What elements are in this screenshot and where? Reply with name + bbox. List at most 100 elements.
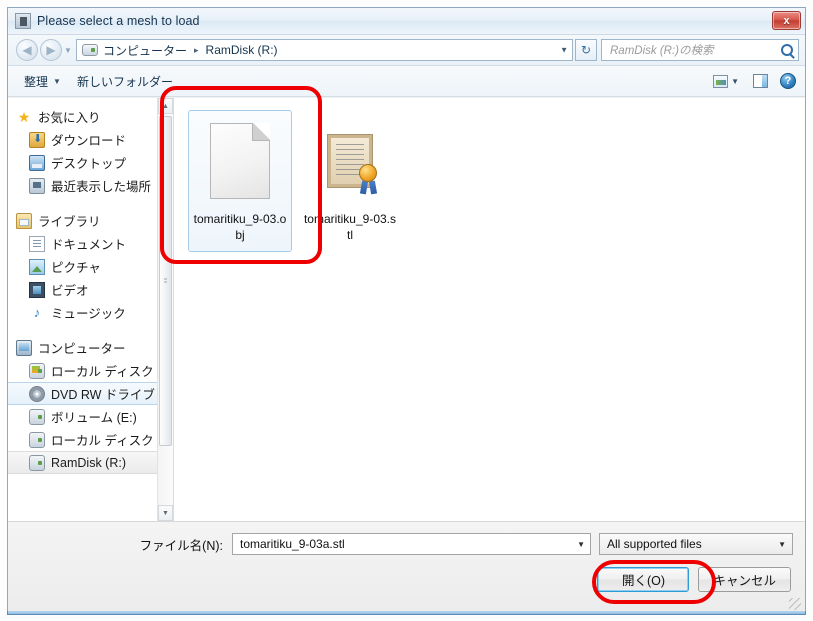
organize-label: 整理 [24, 74, 49, 89]
certificate-seal-icon [359, 164, 377, 182]
pictures-icon [29, 258, 45, 275]
sidebar-item-label: ダウンロード [51, 134, 127, 148]
generic-file-icon [210, 123, 270, 199]
scroll-up-arrow-icon[interactable]: ▲ [158, 98, 173, 114]
window-bottom-border [7, 611, 806, 615]
file-icon-wrap [204, 117, 276, 205]
help-button[interactable]: ? [779, 73, 797, 89]
breadcrumb-ramdisk[interactable]: RamDisk (R:) [205, 43, 279, 57]
sidebar-item-downloads[interactable]: ダウンロード [8, 128, 173, 151]
sidebar-item-label: ローカル ディスク [51, 434, 154, 448]
navigation-sidebar: ★ お気に入り ダウンロード デスクトップ 最近表示した場所 [8, 98, 174, 521]
sidebar-item-music[interactable]: ♪ ミュージック [8, 301, 173, 324]
dialog-title: Please select a mesh to load [37, 14, 200, 28]
history-chevron-down-icon[interactable]: ▼ [62, 46, 74, 55]
file-type-filter-select[interactable]: All supported files ▼ [599, 533, 793, 555]
back-arrow-icon[interactable]: ◀ [16, 39, 38, 61]
screenshot-root: Please select a mesh to load x ◀ ▶ ▼ コンピ… [0, 0, 813, 621]
breadcrumb-computer[interactable]: コンピューター [102, 42, 188, 59]
file-item-obj[interactable]: tomaritiku_9-03.obj [188, 110, 292, 252]
file-open-dialog: Please select a mesh to load x ◀ ▶ ▼ コンピ… [7, 7, 806, 614]
local-disk-icon [29, 362, 45, 379]
preview-pane-button[interactable] [751, 73, 769, 89]
sidebar-group-favorites[interactable]: ★ お気に入り [8, 105, 173, 128]
new-folder-button[interactable]: 新しいフォルダー [69, 70, 181, 93]
sidebar-list: ★ お気に入り ダウンロード デスクトップ 最近表示した場所 [8, 98, 173, 474]
cancel-button[interactable]: キャンセル [698, 567, 791, 592]
dialog-body: ★ お気に入り ダウンロード デスクトップ 最近表示した場所 [8, 98, 805, 521]
organize-button[interactable]: 整理 ▼ [16, 70, 69, 93]
sidebar-item-label: ドキュメント [51, 238, 127, 252]
search-input[interactable]: RamDisk (R:)の検索 [601, 39, 799, 61]
preview-pane-icon [752, 74, 768, 88]
search-icon [781, 44, 793, 56]
search-placeholder: RamDisk (R:)の検索 [610, 45, 714, 57]
sidebar-item-ramdisk-r[interactable]: RamDisk (R:) [8, 451, 173, 474]
view-mode-button[interactable] [711, 73, 729, 89]
dialog-footer: ファイル名(N): tomaritiku_9-03a.stl ▼ All sup… [8, 521, 805, 613]
sidebar-item-label: ミュージック [51, 307, 126, 321]
chevron-down-icon[interactable]: ▼ [577, 540, 585, 549]
music-icon: ♪ [33, 304, 41, 320]
sidebar-item-documents[interactable]: ドキュメント [8, 232, 173, 255]
chevron-down-icon[interactable]: ▼ [778, 540, 786, 549]
sidebar-item-label: ローカル ディスク [51, 365, 154, 379]
videos-icon [29, 281, 45, 298]
filename-value: tomaritiku_9-03a.stl [240, 537, 345, 551]
button-row: 開く(O) キャンセル [8, 555, 805, 592]
sidebar-item-label: DVD RW ドライブ [51, 388, 155, 402]
resize-grip-icon[interactable] [789, 598, 801, 610]
open-button[interactable]: 開く(O) [597, 567, 690, 592]
computer-icon [16, 339, 32, 356]
file-name: tomaritiku_9-03.stl [303, 212, 397, 242]
drive-icon [82, 44, 98, 56]
command-bar: 整理 ▼ 新しいフォルダー ▼ ? [8, 66, 805, 97]
filename-input[interactable]: tomaritiku_9-03a.stl ▼ [232, 533, 591, 555]
sidebar-item-label: デスクトップ [51, 157, 127, 171]
help-icon: ? [780, 73, 796, 89]
title-bar: Please select a mesh to load x [8, 8, 805, 35]
sidebar-item-label: ボリューム (E:) [51, 411, 137, 425]
scrollbar-thumb[interactable] [159, 116, 172, 446]
sidebar-group-label: コンピューター [38, 342, 126, 356]
file-list-pane[interactable]: tomaritiku_9-03.obj tomaritiku_9-03.stl [174, 98, 805, 521]
scroll-down-arrow-icon[interactable]: ▼ [158, 505, 173, 521]
close-button[interactable]: x [772, 11, 801, 30]
refresh-icon[interactable]: ↻ [575, 39, 597, 61]
sidebar-item-local-disk-d[interactable]: ローカル ディスク [8, 428, 173, 451]
dvd-drive-icon [29, 385, 45, 402]
sidebar-item-videos[interactable]: ビデオ [8, 278, 173, 301]
breadcrumb-separator: ▸ [194, 44, 199, 55]
sidebar-group-libraries[interactable]: ライブラリ [8, 209, 173, 232]
sidebar-group-computer[interactable]: コンピューター [8, 336, 173, 359]
forward-arrow-icon[interactable]: ▶ [40, 39, 62, 61]
desktop-icon [29, 154, 45, 171]
new-folder-label: 新しいフォルダー [76, 74, 173, 89]
downloads-icon [29, 131, 45, 148]
sidebar-item-recent-places[interactable]: 最近表示した場所 [8, 174, 173, 197]
volume-drive-icon [29, 408, 45, 425]
sidebar-item-pictures[interactable]: ピクチャ [8, 255, 173, 278]
sidebar-item-local-disk-c[interactable]: ローカル ディスク [8, 359, 173, 382]
ramdisk-drive-icon [29, 454, 45, 471]
local-disk-icon [29, 431, 45, 448]
address-chevron-down-icon[interactable]: ▼ [560, 46, 568, 55]
chevron-down-icon: ▼ [53, 76, 61, 86]
view-mode-chevron-down-icon[interactable]: ▼ [731, 77, 739, 86]
sidebar-item-label: ピクチャ [51, 261, 101, 275]
filter-value: All supported files [607, 537, 702, 551]
file-grid: tomaritiku_9-03.obj tomaritiku_9-03.stl [174, 98, 805, 252]
file-name: tomaritiku_9-03.obj [193, 212, 287, 242]
sidebar-group-label: ライブラリ [38, 215, 101, 229]
sidebar-scrollbar[interactable]: ▲ ▼ [157, 98, 173, 521]
sidebar-item-volume-e[interactable]: ボリューム (E:) [8, 405, 173, 428]
address-breadcrumb-box[interactable]: コンピューター ▸ RamDisk (R:) ▼ [76, 39, 573, 61]
library-icon [16, 212, 32, 229]
view-mode-icon [712, 74, 728, 88]
sidebar-item-dvd-drive[interactable]: DVD RW ドライブ [8, 382, 173, 405]
file-item-stl[interactable]: tomaritiku_9-03.stl [298, 110, 402, 252]
sidebar-group-label: お気に入り [38, 111, 101, 125]
sidebar-item-desktop[interactable]: デスクトップ [8, 151, 173, 174]
